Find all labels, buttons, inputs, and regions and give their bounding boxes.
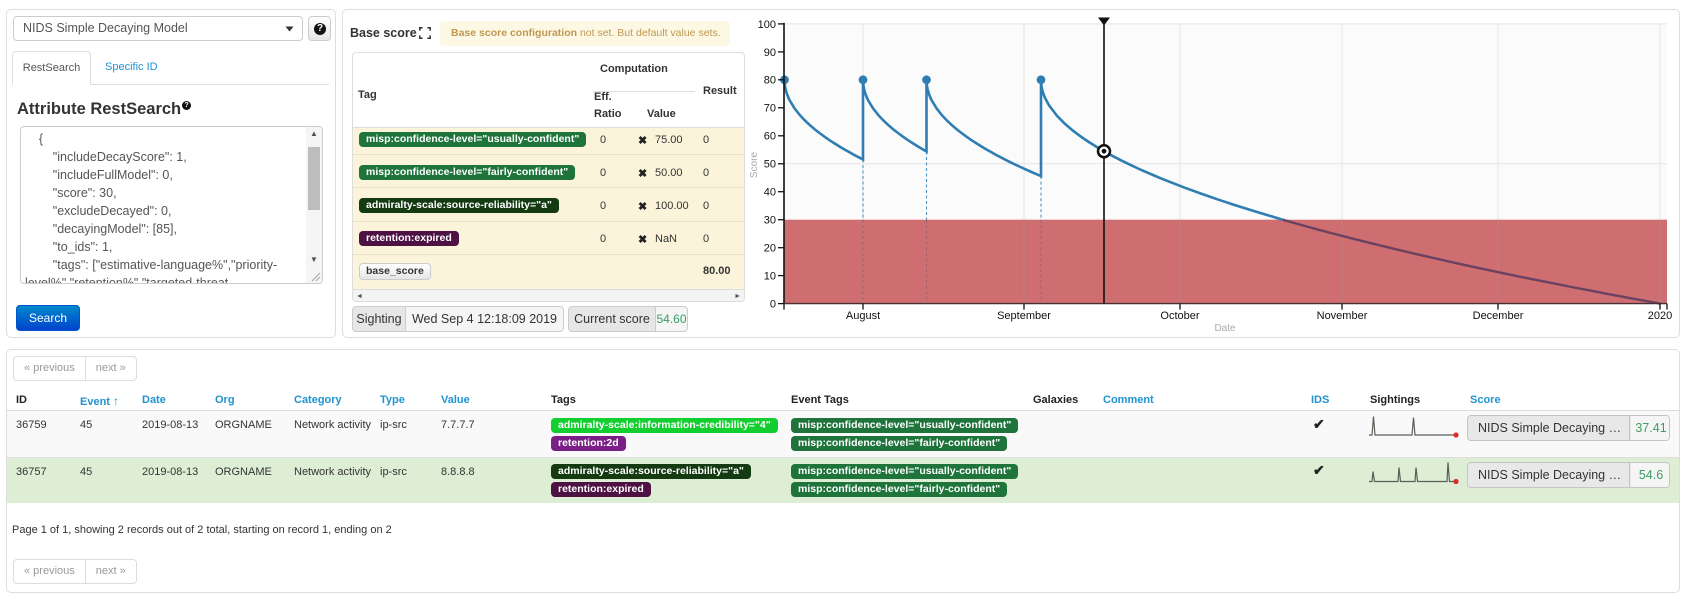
svg-text:80: 80: [764, 75, 776, 87]
svg-text:November: November: [1317, 310, 1368, 322]
svg-text:2020: 2020: [1648, 310, 1672, 322]
svg-text:0: 0: [770, 299, 776, 311]
svg-text:Score: Score: [749, 152, 760, 179]
svg-text:70: 70: [764, 103, 776, 115]
svg-text:December: December: [1473, 310, 1524, 322]
svg-text:Date: Date: [1214, 323, 1236, 334]
svg-text:90: 90: [764, 47, 776, 59]
svg-text:60: 60: [764, 131, 776, 143]
svg-text:10: 10: [764, 271, 776, 283]
svg-text:40: 40: [764, 187, 776, 199]
svg-text:September: September: [997, 310, 1051, 322]
svg-text:20: 20: [764, 243, 776, 255]
svg-text:50: 50: [764, 159, 776, 171]
svg-text:30: 30: [764, 215, 776, 227]
svg-text:August: August: [846, 310, 880, 322]
svg-text:100: 100: [758, 19, 776, 31]
svg-text:October: October: [1160, 310, 1199, 322]
